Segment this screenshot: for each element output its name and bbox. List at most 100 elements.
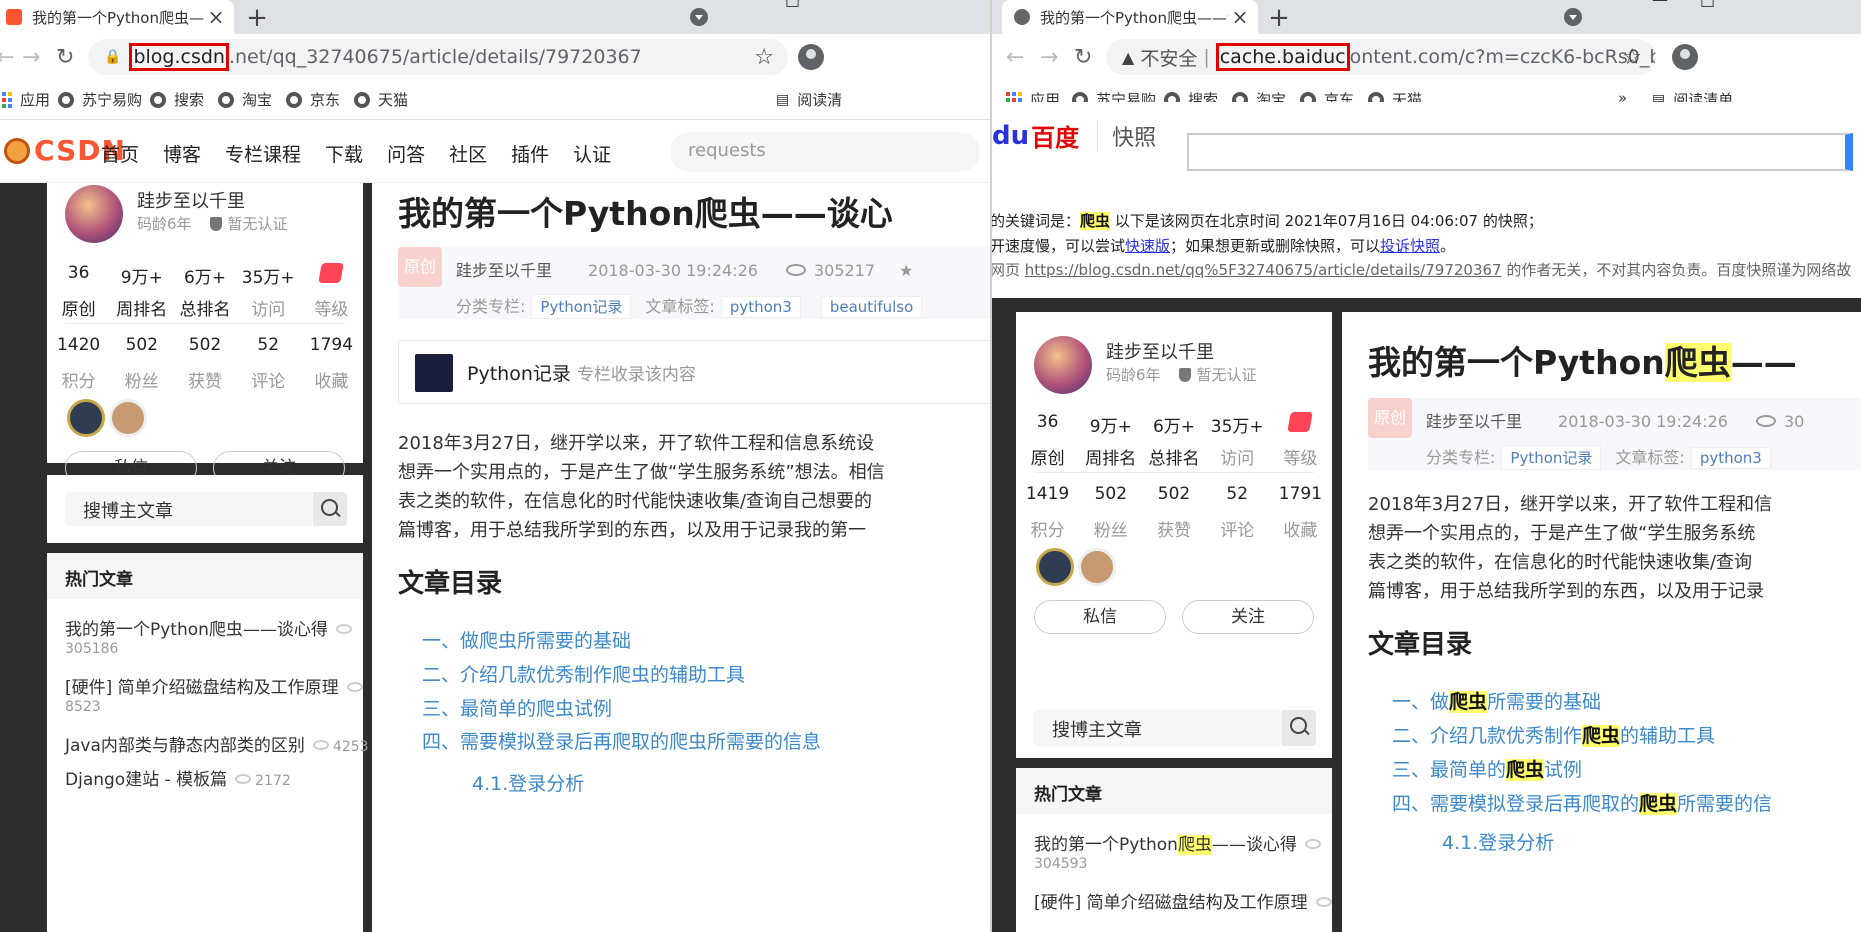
hot-article-item[interactable]: [硬件] 简单介绍磁盘结构及工作原理 [1034,888,1332,913]
toc-link[interactable]: 四、需要模拟登录后再爬取的爬虫所需要的信息 [422,727,821,754]
stat-favorites[interactable]: 1794 收藏 [300,335,363,392]
search-icon[interactable] [313,492,347,526]
stat-original[interactable]: 36 原创 [1016,412,1079,469]
bookmark-taobao[interactable]: 淘宝 [218,89,272,110]
close-tab-icon[interactable]: × [1228,5,1252,29]
window-restore-icon[interactable]: □ [1700,0,1715,9]
stat-fans[interactable]: 502 粉丝 [1079,484,1142,541]
stat-points[interactable]: 1419 积分 [1016,484,1079,541]
search-icon[interactable] [1282,710,1316,746]
nav-blog[interactable]: 博客 [163,140,201,167]
new-tab-button[interactable]: + [242,3,272,33]
writer-badge-icon[interactable] [1078,548,1116,586]
window-restore-icon[interactable]: □ [785,0,800,9]
star-icon[interactable]: ★ [899,261,913,280]
hot-article-item[interactable]: [硬件] 简单介绍磁盘结构及工作原理 [65,673,363,698]
stat-level[interactable]: 等级 [1269,412,1332,469]
close-tab-icon[interactable]: × [204,5,228,29]
toc-link[interactable]: 二、介绍几款优秀制作爬虫的辅助工具 [422,660,745,687]
article-tag[interactable]: python3 [720,296,801,318]
browser-tab[interactable]: 我的第一个Python爬虫——谈心 × [0,0,234,34]
browser-tab[interactable]: 我的第一个Python爬虫——谈心 × [1002,0,1258,34]
tab-search-icon[interactable] [1564,8,1582,26]
article-author[interactable]: 跬步至以千里 [1426,412,1522,431]
window-minimize-icon[interactable]: — [1652,0,1668,9]
baidu-logo[interactable]: du 百度 快照 [992,118,1156,153]
nav-cert[interactable]: 认证 [573,140,611,167]
writer-badge-icon[interactable] [109,399,147,437]
address-bar[interactable]: ▲ 不安全 | cache.baiduc ontent.com/c?m=czcK6-… [1106,39,1656,75]
nav-plugins[interactable]: 插件 [511,140,549,167]
column-box[interactable]: Python记录 专栏收录该内容 [398,340,990,404]
stat-favorites[interactable]: 1791 收藏 [1269,484,1332,541]
profile-avatar-icon[interactable] [798,44,824,70]
bookmark-star-icon[interactable]: ☆ [754,45,774,70]
forward-icon[interactable]: → [22,45,40,70]
avatar[interactable] [1034,336,1092,394]
column-tag[interactable]: Python记录 [531,294,632,319]
stat-comments[interactable]: 52 评论 [237,335,300,392]
article-author[interactable]: 跬步至以千里 [456,261,552,280]
nav-qa[interactable]: 问答 [387,140,425,167]
stat-total-rank[interactable]: 6万+ 总排名 [1142,412,1205,469]
bookmark-apps[interactable]: 应用 [0,89,50,110]
column-tag[interactable]: Python记录 [1501,445,1602,470]
stat-comments[interactable]: 52 评论 [1206,484,1269,541]
baidu-search-input[interactable] [1187,133,1853,171]
stat-level[interactable]: 等级 [300,263,363,320]
stat-weekly-rank[interactable]: 9万+ 周排名 [1079,412,1142,469]
hot-article-item[interactable]: 我的第一个Python爬虫——谈心得 [65,615,352,640]
stat-weekly-rank[interactable]: 9万+ 周排名 [110,263,173,320]
bookmark-jd[interactable]: 京东 [286,89,340,110]
article-tag[interactable]: python3 [1690,447,1771,469]
nav-community[interactable]: 社区 [449,140,487,167]
nav-download[interactable]: 下载 [325,140,363,167]
toc-link[interactable]: 三、最简单的爬虫试例 [1392,755,1582,782]
bookmark-suning[interactable]: 苏宁易购 [58,89,142,110]
bookmark-star-icon[interactable]: ☆ [1622,45,1642,70]
fast-version-link[interactable]: 快速版 [1125,237,1170,255]
blog-search-input[interactable]: 搜博主文章 [65,492,313,526]
persistence-badge-icon[interactable] [1036,548,1074,586]
author-name[interactable]: 跬步至以千里 [1106,338,1214,364]
toc-link[interactable]: 三、最简单的爬虫试例 [422,694,612,721]
toc-link[interactable]: 一、做爬虫所需要的基础 [422,626,631,653]
follow-button[interactable]: 关注 [1182,600,1314,634]
toc-link[interactable]: 二、介绍几款优秀制作爬虫的辅助工具 [1392,721,1715,748]
reading-list[interactable]: ▤ 阅读清 [776,89,842,110]
stat-total-rank[interactable]: 6万+ 总排名 [173,263,236,320]
toc-sublink[interactable]: 4.1.登录分析 [1442,828,1554,855]
nav-courses[interactable]: 专栏课程 [225,140,301,167]
bookmark-search[interactable]: 搜索 [150,89,204,110]
nav-home[interactable]: 首页 [101,140,139,167]
profile-avatar-icon[interactable] [1672,44,1698,70]
toc-link[interactable]: 一、做爬虫所需要的基础 [1392,687,1601,714]
avatar[interactable] [65,185,123,243]
toc-sublink[interactable]: 4.1.登录分析 [472,769,584,796]
toc-link[interactable]: 四、需要模拟登录后再爬取的爬虫所需要的信 [1392,789,1772,816]
stat-visits[interactable]: 35万+ 访问 [1206,412,1269,469]
tab-search-icon[interactable] [690,8,708,26]
new-tab-button[interactable]: + [1264,3,1294,33]
stat-original[interactable]: 36 原创 [47,263,110,320]
stat-visits[interactable]: 35万+ 访问 [237,263,300,320]
reload-icon[interactable]: ↻ [56,45,74,70]
stat-fans[interactable]: 502 粉丝 [110,335,173,392]
hot-article-item[interactable]: 我的第一个Python爬虫——谈心得 [1034,830,1321,855]
back-icon[interactable]: ← [0,45,14,70]
article-tag[interactable]: beautifulso [820,296,923,318]
address-bar[interactable]: 🔒 blog.csdn .net/qq_32740675/article/deta… [88,39,788,75]
report-cache-link[interactable]: 投诉快照 [1380,237,1440,255]
csdn-search-input[interactable]: requests [670,132,980,172]
author-name[interactable]: 跬步至以千里 [137,187,245,213]
back-icon[interactable]: ← [1006,45,1024,70]
blog-search-input[interactable]: 搜博主文章 [1034,710,1282,746]
stat-points[interactable]: 1420 积分 [47,335,110,392]
reload-icon[interactable]: ↻ [1074,45,1092,70]
forward-icon[interactable]: → [1040,45,1058,70]
bookmark-tmall[interactable]: 天猫 [354,89,408,110]
original-url-link[interactable]: https://blog.csdn.net/qq%5F32740675/arti… [1025,261,1502,279]
persistence-badge-icon[interactable] [67,399,105,437]
hot-article-item[interactable]: Java内部类与静态内部类的区别 4253 [65,731,369,756]
message-button[interactable]: 私信 [1034,600,1166,634]
